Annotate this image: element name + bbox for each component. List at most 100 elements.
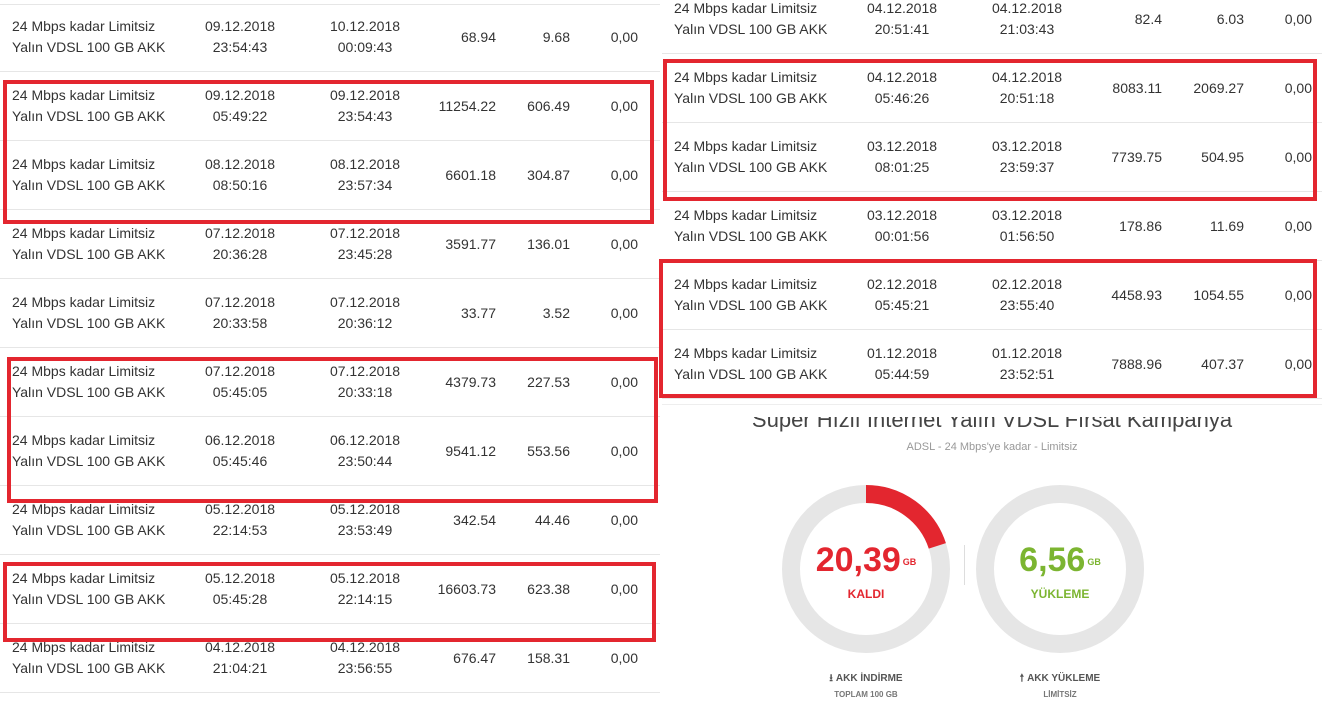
session-start: 08.12.2018 08:50:16 [180, 154, 300, 196]
upload-footer-title: 🠕 AKK YÜKLEME [974, 671, 1146, 688]
download-remaining-value: 20,39 GB [780, 541, 952, 580]
table-row: 24 Mbps kadar Limitsiz Yalın VDSL 100 GB … [662, 330, 1322, 399]
upload-quota-footer[interactable]: 🠕 AKK YÜKLEME LİMİTSİZ [974, 671, 1146, 699]
session-start-line: 02.12.2018 [866, 276, 938, 292]
session-start: 05.12.2018 22:14:53 [180, 499, 300, 541]
package-name: 24 Mbps kadar Limitsiz Yalın VDSL 100 GB … [674, 0, 864, 40]
session-start-line: 00:01:56 [874, 228, 930, 244]
package-name-line: 24 Mbps kadar Limitsiz [674, 69, 818, 85]
package-name: 24 Mbps kadar Limitsiz Yalın VDSL 100 GB … [12, 568, 202, 610]
download-mb: 33.77 [461, 303, 496, 324]
table-row: 24 Mbps kadar Limitsiz Yalın VDSL 100 GB … [0, 210, 660, 279]
upload-mb: 504.95 [1201, 147, 1244, 168]
upload-mb: 9.68 [543, 27, 570, 48]
upload-mb-line: 304.87 [527, 167, 570, 183]
upload-quota-gauge: 6,56 GB YÜKLEME [974, 483, 1146, 655]
package-name-line: 24 Mbps kadar Limitsiz [12, 225, 156, 241]
session-start-line: 08:01:25 [874, 159, 930, 175]
upload-mb-line: 606.49 [527, 98, 570, 114]
session-end: 05.12.2018 22:14:15 [305, 568, 425, 610]
upload-mb: 2069.27 [1193, 78, 1244, 99]
session-end-line: 06.12.2018 [329, 432, 401, 448]
session-start: 02.12.2018 05:45:21 [842, 274, 962, 316]
upload-mb-line: 158.31 [527, 650, 570, 666]
fee-line: 0,00 [610, 29, 638, 45]
package-name-line: 24 Mbps kadar Limitsiz [674, 345, 818, 361]
upload-value-text: 6,56 [1019, 541, 1086, 579]
fee: 0,00 [611, 579, 638, 600]
fee-line: 0,00 [1284, 11, 1312, 27]
session-start-line: 08:50:16 [212, 177, 268, 193]
download-mb: 178.86 [1119, 216, 1162, 237]
fee-line: 0,00 [610, 236, 638, 252]
session-end-line: 02.12.2018 [991, 276, 1063, 292]
download-mb-line: 4379.73 [445, 374, 496, 390]
fee-line: 0,00 [1284, 218, 1312, 234]
session-start-line: 23:54:43 [212, 39, 268, 55]
upload-mb: 44.46 [535, 510, 570, 531]
fee: 0,00 [1285, 354, 1312, 375]
fee: 0,00 [611, 165, 638, 186]
download-quota-footer[interactable]: ⭳ AKK İNDİRME TOPLAM 100 GB [780, 671, 952, 699]
upload-mb: 606.49 [527, 96, 570, 117]
session-start: 07.12.2018 20:36:28 [180, 223, 300, 265]
upload-mb: 1054.55 [1193, 285, 1244, 306]
download-mb-line: 178.86 [1119, 218, 1162, 234]
table-row: 24 Mbps kadar Limitsiz Yalın VDSL 100 GB … [662, 192, 1322, 261]
session-end-line: 07.12.2018 [329, 363, 401, 379]
session-end-line: 23:56:55 [337, 660, 393, 676]
session-end-line: 01.12.2018 [991, 345, 1063, 361]
session-start-line: 03.12.2018 [866, 138, 938, 154]
session-end-line: 05.12.2018 [329, 570, 401, 586]
session-end-line: 21:03:43 [999, 21, 1055, 37]
package-name-line: 24 Mbps kadar Limitsiz [12, 156, 156, 172]
session-start: 09.12.2018 23:54:43 [180, 16, 300, 58]
session-start: 05.12.2018 05:45:28 [180, 568, 300, 610]
fee-line: 0,00 [610, 443, 638, 459]
download-mb: 11254.22 [439, 96, 496, 117]
package-name-line: Yalın VDSL 100 GB AKK [12, 522, 166, 538]
session-end-line: 23:45:28 [337, 246, 393, 262]
package-name-line: Yalın VDSL 100 GB AKK [12, 384, 166, 400]
session-start: 03.12.2018 08:01:25 [842, 136, 962, 178]
package-name-line: Yalın VDSL 100 GB AKK [12, 108, 166, 124]
upload-mb-line: 9.68 [542, 29, 570, 45]
session-start: 09.12.2018 05:49:22 [180, 85, 300, 127]
table-row: 24 Mbps kadar Limitsiz Yalın VDSL 100 GB … [0, 417, 660, 486]
download-icon: ⭳ [829, 673, 833, 684]
download-status-label: KALDI [847, 587, 885, 601]
download-mb: 342.54 [453, 510, 496, 531]
download-footer-label: AKK İNDİRME [835, 673, 903, 684]
session-start-line: 09.12.2018 [204, 87, 276, 103]
session-start-line: 05:46:26 [874, 90, 930, 106]
upload-mb-line: 44.46 [534, 512, 570, 528]
session-end-line: 23:52:51 [999, 366, 1055, 382]
upload-mb: 623.38 [527, 579, 570, 600]
session-end-line: 20:33:18 [337, 384, 393, 400]
package-name-line: 24 Mbps kadar Limitsiz [674, 138, 818, 154]
package-name: 24 Mbps kadar Limitsiz Yalın VDSL 100 GB … [674, 274, 864, 316]
package-name: 24 Mbps kadar Limitsiz Yalın VDSL 100 GB … [12, 16, 202, 58]
download-footer-title: ⭳ AKK İNDİRME [780, 671, 952, 688]
session-start-line: 01.12.2018 [866, 345, 938, 361]
session-end: 05.12.2018 23:53:49 [305, 499, 425, 541]
session-start-line: 08.12.2018 [204, 156, 276, 172]
table-row: 24 Mbps kadar Limitsiz Yalın VDSL 100 GB … [0, 624, 660, 693]
download-mb: 4458.93 [1111, 285, 1162, 306]
session-start: 04.12.2018 21:04:21 [180, 637, 300, 679]
upload-mb: 553.56 [527, 441, 570, 462]
package-name-line: Yalın VDSL 100 GB AKK [674, 90, 828, 106]
package-name-line: 24 Mbps kadar Limitsiz [12, 432, 156, 448]
upload-footer-subtitle: LİMİTSİZ [1043, 690, 1077, 699]
session-end-line: 03.12.2018 [991, 207, 1063, 223]
session-end-line: 22:14:15 [337, 591, 393, 607]
download-mb: 9541.12 [445, 441, 496, 462]
package-name-line: 24 Mbps kadar Limitsiz [12, 639, 156, 655]
fee-line: 0,00 [610, 512, 638, 528]
table-row: 24 Mbps kadar Limitsiz Yalın VDSL 100 GB … [0, 555, 660, 624]
download-mb-line: 7739.75 [1111, 149, 1162, 165]
session-start-line: 06.12.2018 [204, 432, 276, 448]
session-start-line: 05:44:59 [874, 366, 930, 382]
session-end-line: 10.12.2018 [329, 18, 401, 34]
package-name: 24 Mbps kadar Limitsiz Yalın VDSL 100 GB … [12, 292, 202, 334]
